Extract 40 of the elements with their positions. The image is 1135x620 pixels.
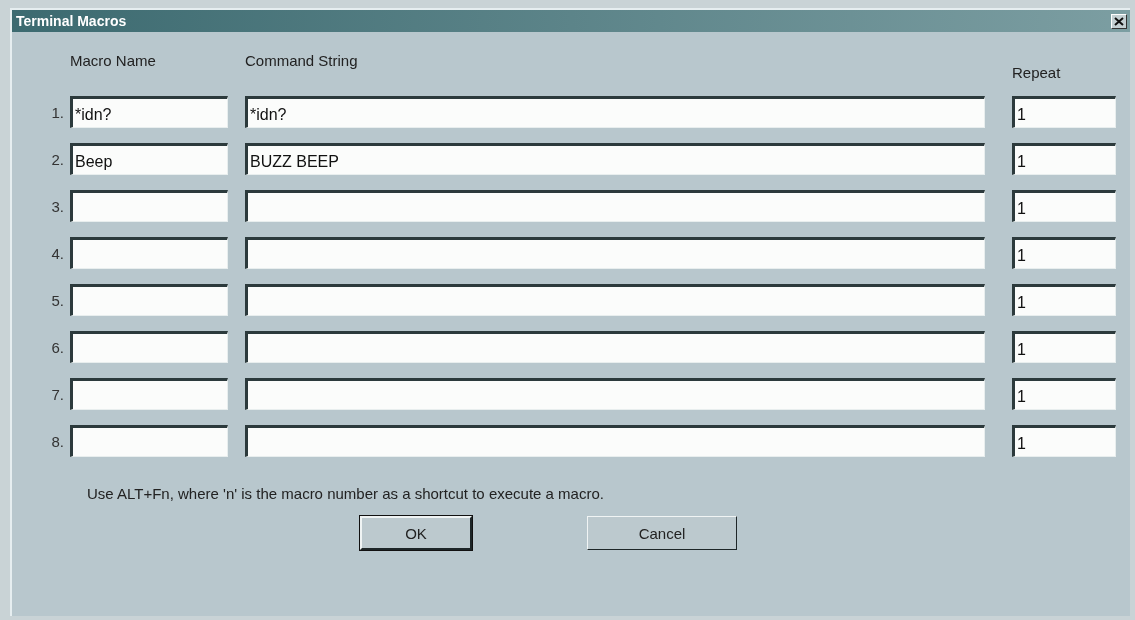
command-string-field[interactable] — [245, 237, 985, 269]
window-title: Terminal Macros — [16, 13, 127, 29]
repeat-field[interactable]: 1 — [1012, 143, 1116, 175]
row-number: 3. — [51, 197, 64, 215]
macro-name-field[interactable] — [70, 378, 228, 410]
row-number: 7. — [51, 385, 64, 403]
repeat-field[interactable]: 1 — [1012, 237, 1116, 269]
repeat-field[interactable]: 1 — [1012, 425, 1116, 457]
macro-name-field[interactable] — [70, 284, 228, 316]
repeat-field[interactable]: 1 — [1012, 331, 1116, 363]
command-string-field[interactable] — [245, 190, 985, 222]
command-string-field[interactable]: BUZZ BEEP — [245, 143, 985, 175]
macro-name-field[interactable]: *idn? — [70, 96, 228, 128]
column-header: Command String — [245, 52, 359, 71]
close-button[interactable] — [1111, 13, 1127, 29]
repeat-field[interactable]: 1 — [1012, 284, 1116, 316]
command-string-field[interactable] — [245, 284, 985, 316]
row-number: 1. — [51, 103, 64, 121]
row-number: 4. — [51, 244, 64, 262]
cancel-button[interactable]: Cancel — [587, 516, 737, 550]
row-number: 5. — [51, 291, 64, 309]
macro-name-field[interactable] — [70, 425, 228, 457]
column-header: Macro Name — [70, 52, 157, 71]
row-number: 2. — [51, 150, 64, 168]
column-header: Repeat — [1012, 64, 1062, 81]
command-string-field[interactable] — [245, 378, 985, 410]
macro-name-field[interactable]: Beep — [70, 143, 228, 175]
command-string-field[interactable] — [245, 425, 985, 457]
repeat-field[interactable]: 1 — [1012, 190, 1116, 222]
macro-name-field[interactable] — [70, 190, 228, 222]
repeat-field[interactable]: 1 — [1012, 378, 1116, 410]
shortcut-hint: Use ALT+Fn, where 'n' is the macro number as a shortcut to execute a macro. — [87, 485, 605, 502]
ok-button[interactable]: OK — [360, 516, 472, 550]
macro-name-field[interactable] — [70, 237, 228, 269]
macro-name-field[interactable] — [70, 331, 228, 363]
command-string-field[interactable] — [245, 331, 985, 363]
row-number: 6. — [51, 338, 64, 356]
command-string-field[interactable]: *idn? — [245, 96, 985, 128]
row-number: 8. — [51, 432, 64, 450]
repeat-field[interactable]: 1 — [1012, 96, 1116, 128]
